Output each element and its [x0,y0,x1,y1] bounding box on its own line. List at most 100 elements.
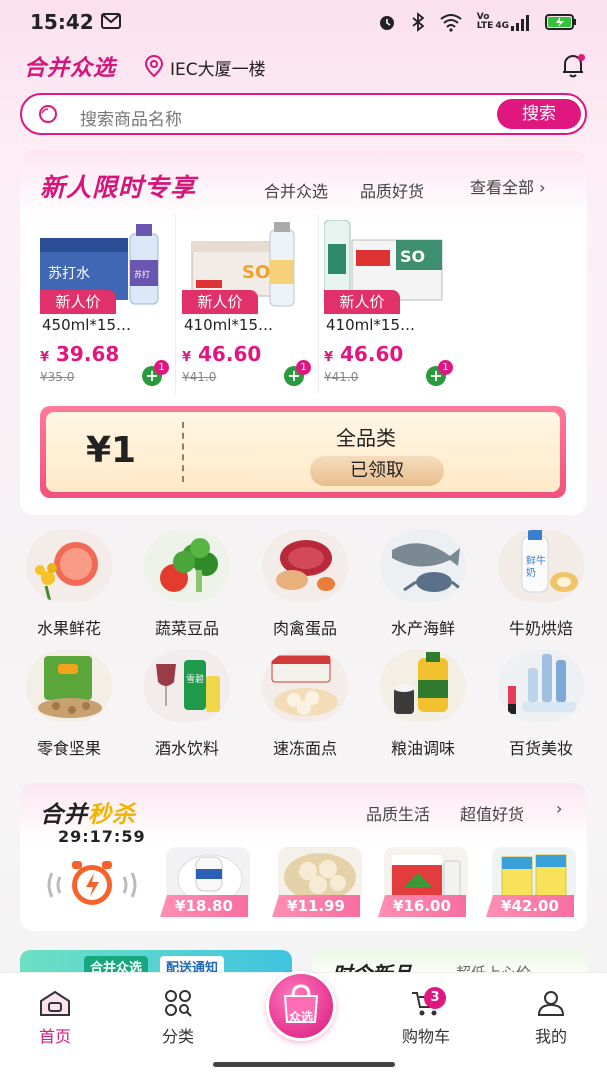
svg-text:SO: SO [400,247,425,266]
category-label: 速冻面点 [272,739,337,758]
flash-sale-subtitle-2: 超值好货 [460,805,525,824]
svg-text:鲜牛: 鲜牛 [526,554,546,567]
flash-sale-title: 合并秒杀 [40,802,136,828]
header: 合并众选 IEC大厦一楼 [0,46,607,86]
new-user-subtitle-2: 品质好货 [360,182,425,201]
category-item-vegetable[interactable]: 蔬菜豆品 [138,530,238,640]
search-input[interactable]: 搜索商品名称 [80,105,182,130]
category-item-snack[interactable]: 零食坚果 [20,650,120,760]
product-price: ¥ 46.60 [182,342,262,366]
tab-home[interactable]: 首页 [15,989,95,1047]
svg-text:奶: 奶 [526,567,536,579]
category-item-milk[interactable]: 鲜牛 奶 牛奶烘焙 [492,530,592,640]
category-item-grain-oil[interactable]: 粮油调味 [374,650,474,760]
original-price: ¥41.0 [182,370,217,384]
category-item-seafood[interactable]: 水产海鲜 [374,530,474,640]
user-icon [537,991,565,1016]
new-user-subtitle-1: 合并众选 [264,182,329,201]
new-user-price-tag: 新人价 [324,290,400,314]
coupon-card[interactable]: ¥1 全品类 已领取 [40,406,566,498]
milk-bakery-icon: 鲜牛 奶 [498,530,584,602]
cart-badge: 3 [424,987,446,1009]
new-user-title: 新人限时专享 [40,173,197,202]
coupon-label: 全品类 [336,426,396,450]
drinks-icon: 雪碧 [144,650,230,722]
coupon-claimed-button[interactable]: 已领取 [310,456,444,486]
flash-sale-item[interactable]: ¥16.00 [378,847,474,927]
flash-sale-price: ¥18.80 [160,895,248,917]
flash-sale-item[interactable]: ¥11.99 [272,847,368,927]
notification-dot [578,54,585,61]
new-user-section: 新人限时专享 合并众选 品质好货 查看全部 › 苏打水 苏打 新人价 450ml… [20,150,587,515]
category-label: 酒水饮料 [154,739,219,758]
brand-logo: 合并众选 [24,56,117,81]
category-item-cosmetics[interactable]: 百货美妆 [492,650,592,760]
category-label: 水果鲜花 [36,619,101,638]
cart-count-badge: 1 [438,360,453,375]
flash-sale-timer: 29:17:59 [58,827,146,846]
category-item-drinks[interactable]: 雪碧 酒水饮料 [138,650,238,760]
product-card[interactable]: SO 新人价 410ml*15… ¥ 46.60 ¥41.0 + 1 [324,220,460,395]
category-label: 粮油调味 [390,739,455,758]
product-name: 450ml*15… [42,316,131,334]
category-label: 蔬菜豆品 [154,619,219,638]
search-button[interactable]: 搜索 [497,99,581,129]
cart-count-badge: 1 [154,360,169,375]
category-item-fruit[interactable]: 水果鲜花 [20,530,120,640]
svg-text:SO: SO [242,262,270,283]
flash-sale-item[interactable]: ¥42.00 [486,847,582,927]
category-label: 百货美妆 [508,739,573,758]
new-user-price-tag: 新人价 [182,290,258,314]
chevron-right-icon[interactable]: › [556,799,562,818]
search-icon [39,105,57,123]
new-user-price-tag: 新人价 [40,290,116,314]
category-grid-icon [165,990,192,1017]
location-pin-icon[interactable] [144,54,164,78]
shopping-bag-icon [283,984,319,1023]
category-label: 肉禽蛋品 [272,619,337,638]
cart-count-badge: 1 [296,360,311,375]
meat-icon [262,530,348,602]
tab-category[interactable]: 分类 [138,989,218,1047]
product-card[interactable]: 苏打水 苏打 新人价 450ml*15… ¥ 39.68 ¥35.0 + 1 [40,220,176,395]
product-name: 410ml*15… [326,316,415,334]
product-price: ¥ 46.60 [324,342,404,366]
coupon-value: ¥1 [86,430,137,471]
alarm-clock-icon [47,861,137,905]
location-text[interactable]: IEC大厦一楼 [170,55,266,80]
signal-icon [511,15,529,31]
fruit-flower-icon [26,530,112,602]
category-label: 牛奶烘焙 [508,619,573,638]
svg-text:苏打: 苏打 [134,269,150,279]
bluetooth-icon [412,12,425,32]
flash-sale-price: ¥11.99 [272,895,360,917]
flash-sale-subtitle-1: 品质生活 [366,805,431,824]
flash-sale-item[interactable]: ¥18.80 [160,847,256,927]
home-indicator [213,1062,395,1067]
flash-sale-section[interactable]: 合并秒杀 29:17:59 品质生活 超值好货 › ¥18.80 ¥11.99 [20,783,587,931]
tab-center-zhongxuan[interactable]: 众选 [266,971,336,1041]
frozen-food-icon [262,650,348,722]
flash-sale-price: ¥16.00 [378,895,466,917]
product-card[interactable]: SO 新人价 410ml*15… ¥ 46.60 ¥41.0 + 1 [182,220,318,395]
status-bar: 15:42 Vo LTE 4G [0,0,607,44]
vegetable-icon [144,530,230,602]
status-icons: Vo LTE 4G [377,12,577,32]
category-item-frozen[interactable]: 速冻面点 [256,650,356,760]
divider [318,214,319,394]
cosmetics-icon [498,650,584,722]
alarm-icon [379,16,394,30]
seafood-icon [380,530,466,602]
tab-mine[interactable]: 我的 [511,989,591,1047]
search-bar[interactable]: 搜索商品名称 搜索 [20,93,587,135]
product-price: ¥ 39.68 [40,342,120,366]
svg-text:雪碧: 雪碧 [186,673,204,685]
category-label: 零食坚果 [36,739,101,758]
view-all-link[interactable]: 查看全部 › [470,174,546,198]
svg-text:苏打水: 苏打水 [48,265,90,282]
product-name: 410ml*15… [184,316,273,334]
snack-icon [26,650,112,722]
category-item-meat[interactable]: 肉禽蛋品 [256,530,356,640]
battery-icon [545,14,576,30]
wifi-icon [440,14,462,32]
